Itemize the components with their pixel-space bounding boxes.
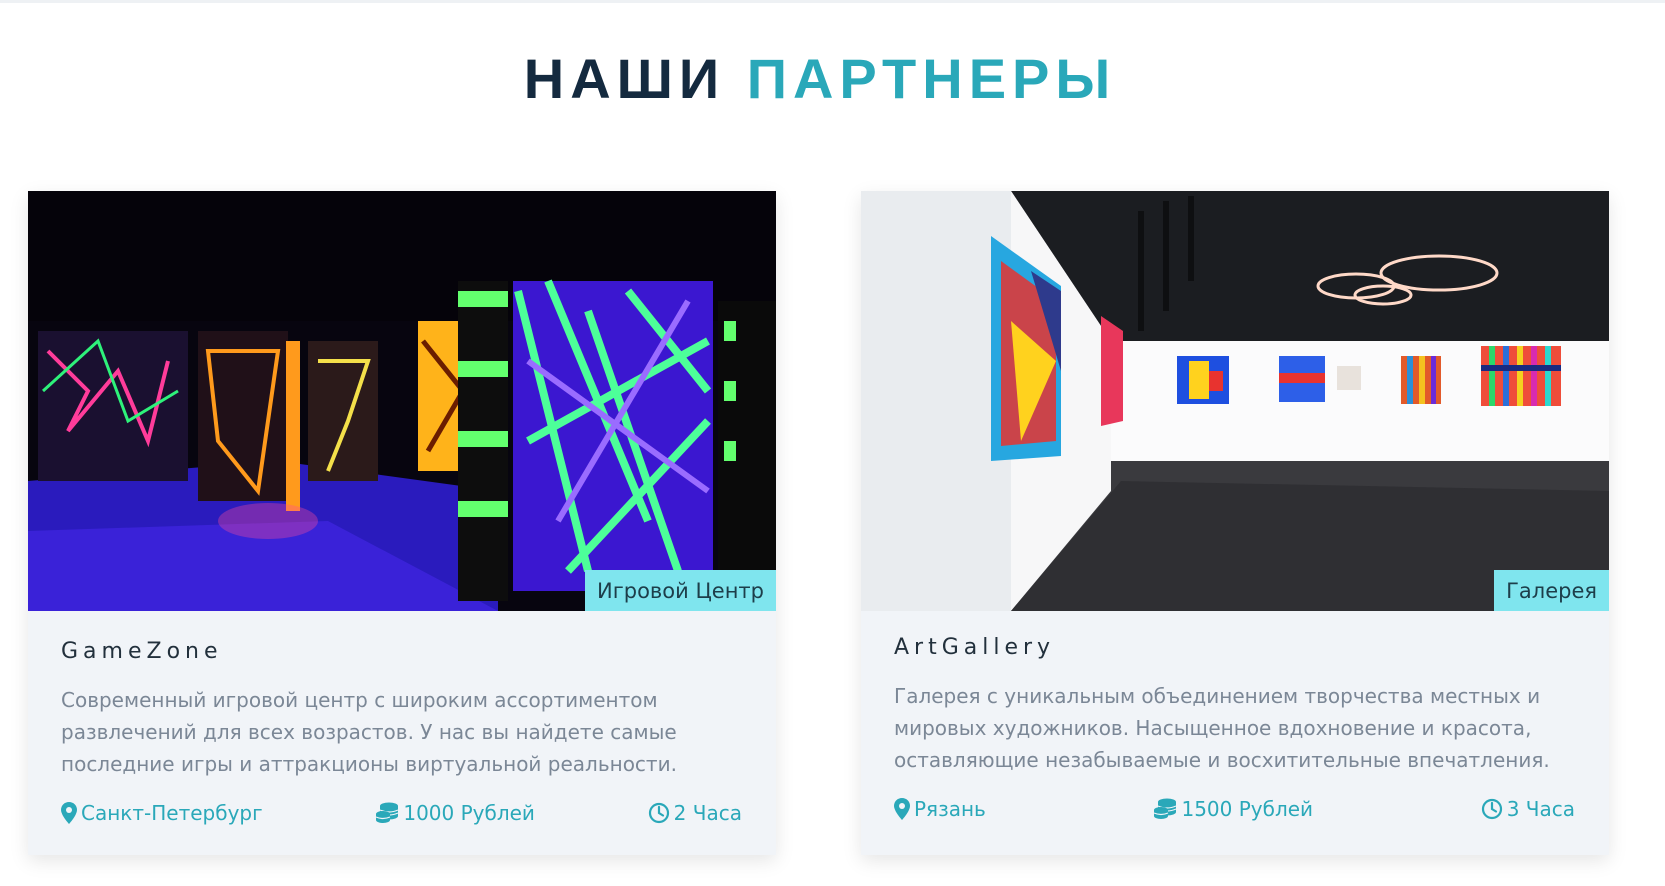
location-text: Санкт-Петербург <box>81 801 263 825</box>
partner-meta: Санкт-Петербург 1000 Рублей 2 Часа <box>61 801 742 825</box>
clock-icon <box>1481 798 1502 820</box>
coins-icon <box>1154 798 1177 819</box>
art-gallery-hall-photo[interactable]: Галерея <box>861 191 1609 611</box>
partner-name[interactable]: ArtGallery <box>894 635 1575 660</box>
section-heading: НАШИ ПАРТНЕРЫ <box>0 46 1640 111</box>
map-pin-icon <box>61 802 77 824</box>
price-text: 1500 Рублей <box>1181 797 1314 821</box>
map-pin-icon <box>894 798 910 820</box>
coins-icon <box>376 802 399 823</box>
partner-card-artgallery[interactable]: Галерея ArtGallery Галерея с уникальным … <box>861 191 1609 855</box>
price-info: 1000 Рублей <box>375 801 535 825</box>
category-tag: Галерея <box>1494 570 1609 611</box>
duration-info: 2 Часа <box>648 801 742 825</box>
partner-description: Галерея с уникальным объединением творче… <box>894 684 1550 772</box>
duration-text: 3 Часа <box>1506 797 1575 821</box>
partner-description: Современный игровой центр с широким ассо… <box>61 688 677 776</box>
partner-name[interactable]: GameZone <box>61 639 742 664</box>
partner-card-gamezone[interactable]: Игровой Центр GameZone Современный игров… <box>28 191 776 855</box>
category-tag: Игровой Центр <box>585 570 776 611</box>
top-divider <box>0 0 1665 3</box>
heading-part-2: ПАРТНЕРЫ <box>746 47 1117 110</box>
location-info: Рязань <box>894 797 986 821</box>
price-info: 1500 Рублей <box>1153 797 1313 821</box>
location-text: Рязань <box>914 797 986 821</box>
duration-info: 3 Часа <box>1481 797 1575 821</box>
neon-laser-maze-photo[interactable]: Игровой Центр <box>28 191 776 611</box>
location-info: Санкт-Петербург <box>61 801 263 825</box>
heading-part-1: НАШИ <box>523 47 726 110</box>
duration-text: 2 Часа <box>673 801 742 825</box>
price-text: 1000 Рублей <box>403 801 535 825</box>
clock-icon <box>648 802 669 824</box>
partner-meta: Рязань 1500 Рублей 3 Часа <box>894 797 1575 821</box>
